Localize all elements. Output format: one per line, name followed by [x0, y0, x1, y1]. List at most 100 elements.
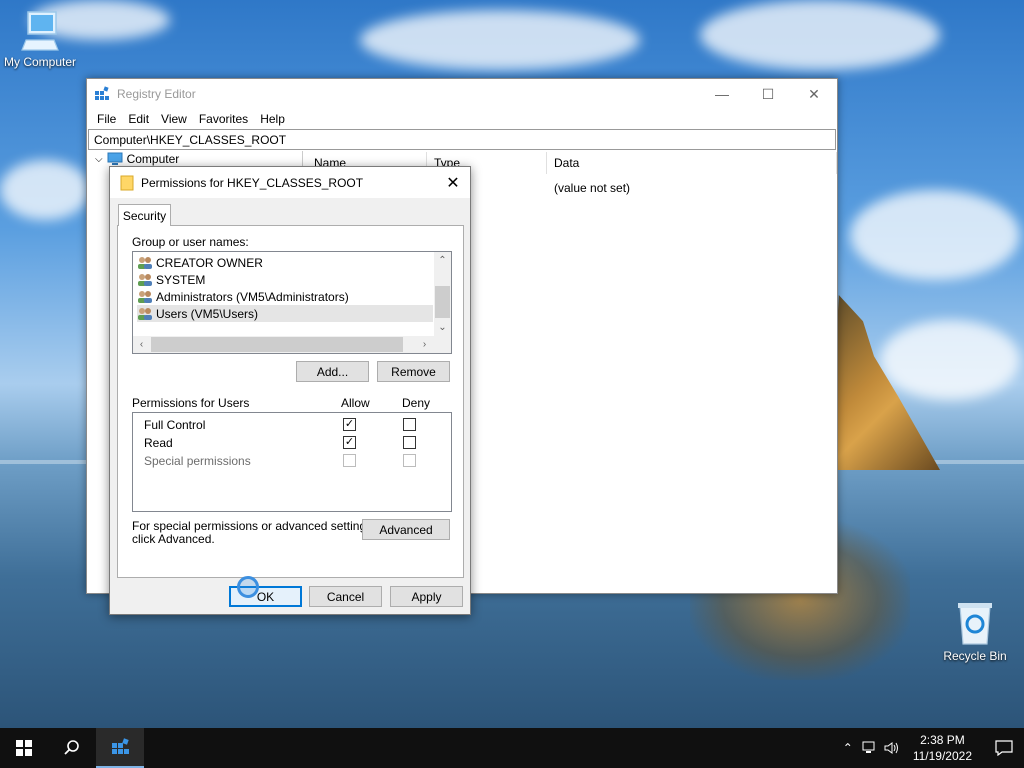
allow-checkbox[interactable]: ✓ [343, 436, 356, 449]
remove-button[interactable]: Remove [377, 361, 450, 382]
show-hidden-icons-button[interactable]: ⌃ [837, 728, 859, 768]
cloud [880, 320, 1020, 400]
maximize-button[interactable]: ☐ [745, 79, 791, 109]
menu-file[interactable]: File [91, 112, 122, 126]
cursor-indicator [237, 576, 259, 598]
advanced-button[interactable]: Advanced [362, 519, 450, 540]
users-icon [138, 290, 152, 303]
menu-bar: File Edit View Favorites Help [87, 109, 837, 129]
desktop-icon-my-computer[interactable]: My Computer [0, 10, 80, 69]
close-icon: ✕ [808, 85, 820, 102]
horizontal-scrollbar[interactable]: ‹ › [133, 336, 451, 353]
button-label: Apply [411, 589, 442, 604]
scroll-down-icon[interactable]: ⌄ [434, 319, 451, 336]
dialog-title-bar[interactable]: Permissions for HKEY_CLASSES_ROOT ✕ [110, 167, 470, 198]
dialog-title: Permissions for HKEY_CLASSES_ROOT [141, 175, 364, 190]
tab-label: Security [122, 208, 167, 223]
allow-checkbox[interactable]: ✓ [343, 418, 356, 431]
network-icon [862, 741, 875, 753]
user-list[interactable]: CREATOR OWNER SYSTEM Administrators (VM5… [132, 251, 452, 354]
menu-favorites[interactable]: Favorites [193, 112, 254, 126]
start-button[interactable] [0, 728, 48, 768]
vertical-scrollbar[interactable]: ⌃ ⌄ [434, 252, 451, 336]
list-item[interactable]: Administrators (VM5\Administrators) [137, 288, 433, 305]
value-data-cell[interactable]: (value not set) [554, 181, 630, 195]
deny-checkbox [403, 454, 416, 467]
address-text: Computer\HKEY_CLASSES_ROOT [94, 132, 287, 147]
list-item[interactable]: Users (VM5\Users) [137, 305, 433, 322]
permission-name: Special permissions [144, 454, 251, 468]
volume-button[interactable] [881, 728, 903, 768]
special-note-line-2: click Advanced. [132, 532, 215, 546]
permissions-label: Permissions for Users [132, 396, 250, 410]
minimize-button[interactable]: — [699, 79, 745, 109]
taskbar: ⌃ 2:38 PM 11/19/2022 [0, 728, 1024, 768]
desktop-icon-recycle-bin[interactable]: Recycle Bin [935, 600, 1015, 663]
regedit-icon [112, 738, 129, 754]
button-label: Advanced [379, 522, 433, 537]
users-icon [138, 273, 152, 286]
close-button[interactable]: ✕ [791, 79, 837, 109]
cancel-button[interactable]: Cancel [309, 586, 382, 607]
users-icon [138, 307, 152, 320]
deny-checkbox[interactable] [403, 436, 416, 449]
chevron-down-icon[interactable]: ⌵ [95, 154, 103, 165]
permission-row-read: Read ✓ [144, 434, 444, 452]
network-button[interactable] [859, 728, 881, 768]
checkmark-icon: ✓ [344, 436, 355, 448]
user-name: Users (VM5\Users) [156, 306, 259, 321]
permission-row-special: Special permissions [144, 452, 444, 470]
deny-column-label: Deny [402, 396, 431, 410]
regedit-icon [95, 86, 109, 100]
scroll-thumb[interactable] [435, 286, 450, 318]
system-tray: ⌃ 2:38 PM 11/19/2022 [837, 728, 1024, 768]
column-data-label: Data [554, 156, 580, 170]
menu-view[interactable]: View [155, 112, 193, 126]
scroll-thumb[interactable] [151, 337, 403, 352]
scroll-right-icon[interactable]: › [416, 336, 433, 353]
deny-checkbox[interactable] [403, 418, 416, 431]
user-name: SYSTEM [156, 272, 206, 287]
tree-item-computer[interactable]: ⌵ Computer [95, 152, 179, 166]
menu-edit[interactable]: Edit [122, 112, 155, 126]
button-label: Add... [316, 364, 349, 379]
button-label: Remove [391, 364, 436, 379]
search-button[interactable] [48, 728, 96, 768]
scroll-left-icon[interactable]: ‹ [133, 336, 150, 353]
special-note-line-1: For special permissions or advanced sett… [132, 519, 376, 533]
user-name: CREATOR OWNER [156, 255, 263, 270]
minimize-icon: — [715, 86, 729, 102]
allow-column-label: Allow [341, 396, 370, 410]
button-label: Cancel [326, 589, 365, 604]
desktop-icon-label: My Computer [3, 55, 77, 69]
add-button[interactable]: Add... [296, 361, 369, 382]
search-icon [64, 740, 79, 755]
windows-logo-icon [16, 740, 32, 756]
user-name: Administrators (VM5\Administrators) [156, 289, 349, 304]
cloud [700, 0, 940, 70]
scroll-up-icon[interactable]: ⌃ [434, 252, 451, 269]
address-bar[interactable]: Computer\HKEY_CLASSES_ROOT [88, 129, 836, 150]
menu-help[interactable]: Help [254, 112, 291, 126]
list-item[interactable]: SYSTEM [137, 271, 433, 288]
group-label: Group or user names: [132, 235, 249, 249]
cloud [0, 160, 90, 220]
notifications-button[interactable] [984, 728, 1024, 768]
clock[interactable]: 2:38 PM 11/19/2022 [903, 732, 984, 764]
allow-checkbox [343, 454, 356, 467]
taskbar-regedit-button[interactable] [96, 728, 144, 768]
tab-security[interactable]: Security [118, 204, 171, 226]
dialog-close-button[interactable]: ✕ [436, 167, 470, 198]
title-bar[interactable]: Registry Editor — ☐ ✕ [87, 79, 837, 109]
folder-icon [120, 175, 134, 190]
list-item[interactable]: CREATOR OWNER [137, 254, 433, 271]
apply-button[interactable]: Apply [390, 586, 463, 607]
close-icon: ✕ [446, 174, 460, 192]
users-icon [138, 256, 152, 269]
column-header-data[interactable]: Data [547, 152, 837, 174]
security-panel: Group or user names: CREATOR OWNER SYSTE… [117, 225, 464, 578]
clock-time: 2:38 PM [920, 733, 965, 747]
clock-date: 11/19/2022 [912, 749, 972, 763]
chevron-up-icon: ⌃ [842, 741, 853, 755]
window-title: Registry Editor [117, 87, 196, 101]
